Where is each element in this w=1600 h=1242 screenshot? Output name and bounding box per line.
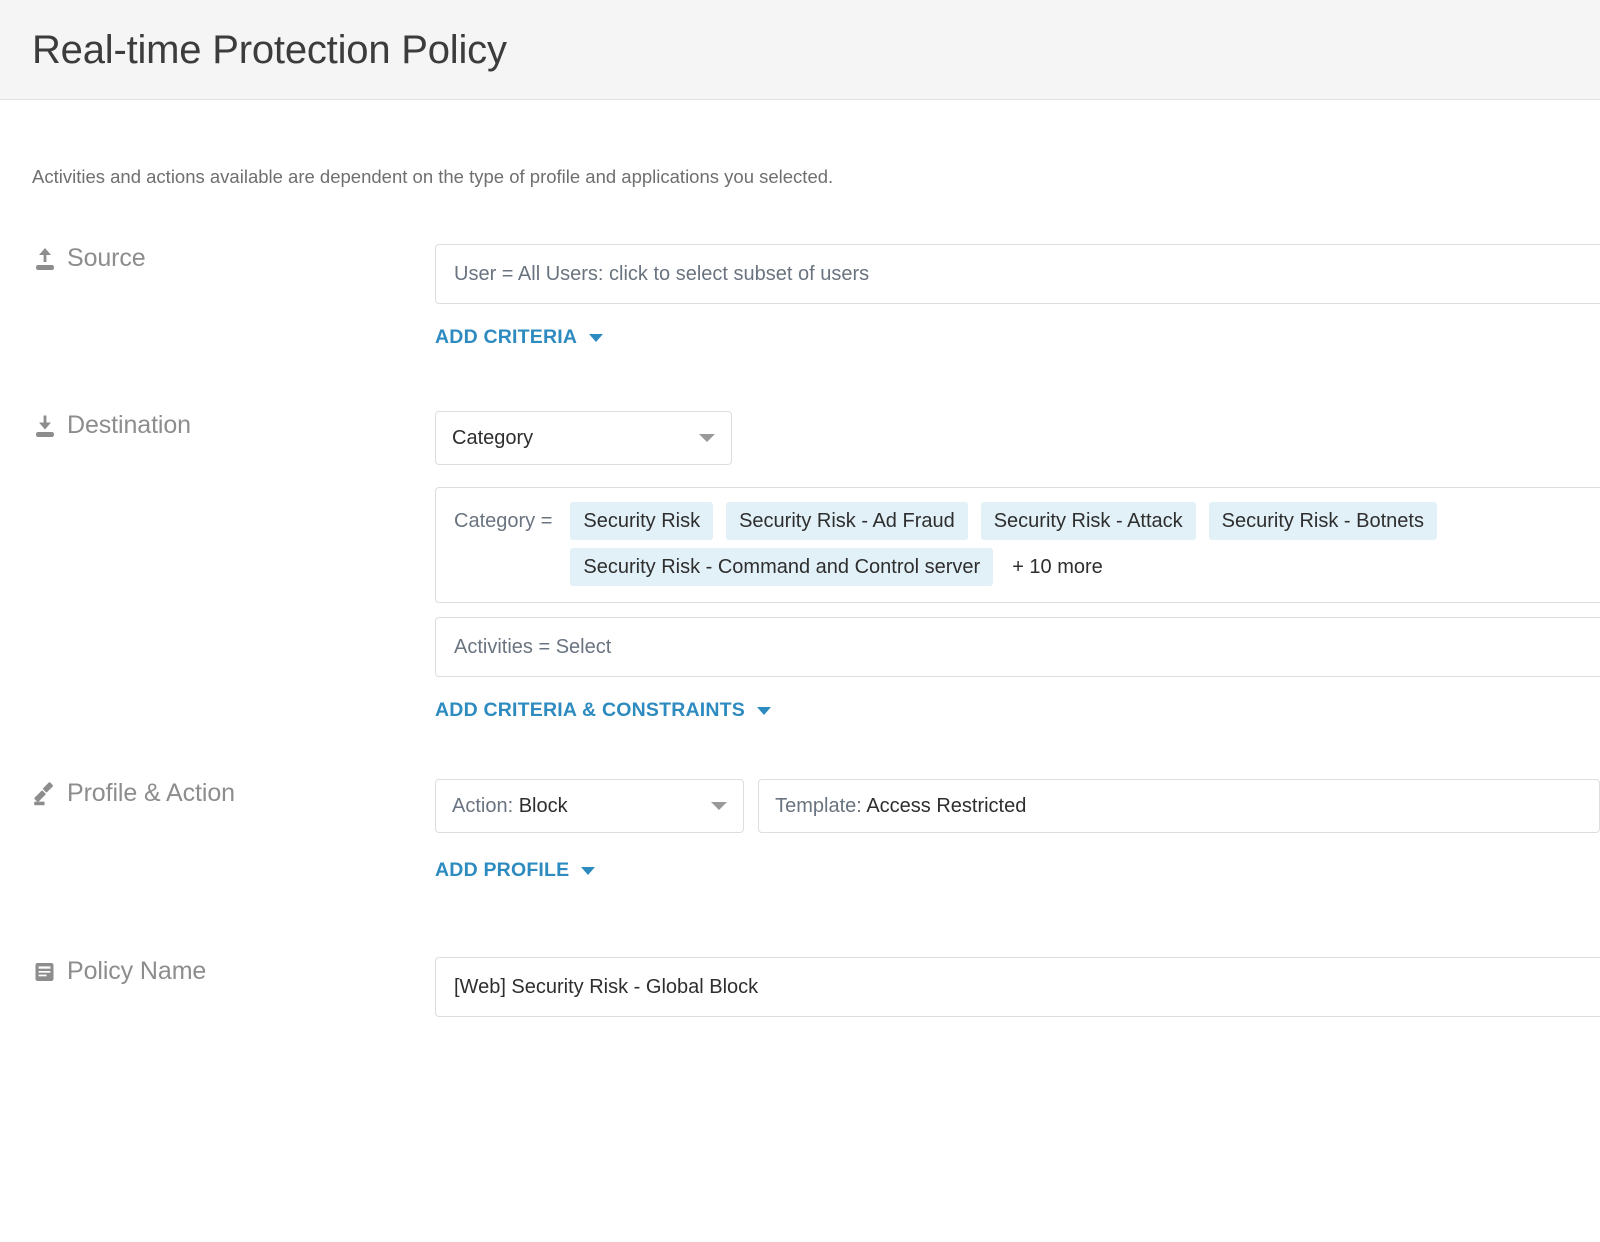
template-prefix: Template: [775,794,862,817]
policy-name-input[interactable]: [Web] Security Risk - Global Block [435,957,1600,1017]
policy-name-value: [Web] Security Risk - Global Block [454,975,759,998]
source-user-field[interactable]: User = All Users: click to select subset… [435,244,1600,304]
source-user-value: User = All Users: click to select subset… [454,262,870,285]
source-label: Source [32,244,435,273]
chevron-down-icon [581,866,596,875]
destination-label: Destination [32,411,435,440]
profile-action-row: Profile & Action Action: Block Template:… [32,779,1600,882]
destination-type-value: Category [452,426,534,449]
source-row: Source User = All Users: click to select… [32,244,1600,349]
destination-content: Category Category = Security Risk Securi… [435,411,1600,722]
destination-label-text: Destination [67,411,191,439]
policy-name-content: [Web] Security Risk - Global Block [435,957,1600,1017]
category-chip[interactable]: Security Risk - Command and Control serv… [570,548,994,586]
source-content: User = All Users: click to select subset… [435,244,1600,349]
upload-icon [32,246,58,272]
action-select[interactable]: Action: Block [435,779,745,833]
page-body: Activities and actions available are dep… [0,166,1600,1017]
action-value: Block [518,794,568,817]
chevron-down-icon [589,333,604,342]
category-more-label[interactable]: + 10 more [1006,548,1109,586]
template-field-value: Template: Access Restricted [775,795,1026,818]
category-chip[interactable]: Security Risk - Ad Fraud [726,502,968,540]
destination-activities-field[interactable]: Activities = Select [435,617,1600,677]
download-icon [32,413,58,439]
policy-name-row: Policy Name [Web] Security Risk - Global… [32,957,1600,1017]
add-criteria-constraints-label: ADD CRITERIA & CONSTRAINTS [435,699,745,721]
chevron-down-icon [756,706,771,715]
intro-description: Activities and actions available are dep… [32,166,834,187]
add-criteria-link[interactable]: ADD CRITERIA [435,326,604,349]
action-select-value: Action: Block [452,795,568,818]
category-chip[interactable]: Security Risk - Botnets [1208,502,1437,540]
page-title: Real-time Protection Policy [32,27,507,72]
template-field[interactable]: Template: Access Restricted [758,779,1600,833]
category-chip[interactable]: Security Risk [570,502,714,540]
add-profile-label: ADD PROFILE [435,859,570,881]
policy-name-label: Policy Name [32,957,435,986]
document-list-icon [32,959,58,985]
destination-category-chips-box[interactable]: Category = Security Risk Security Risk -… [435,487,1600,603]
profile-action-label: Profile & Action [32,779,435,808]
profile-action-content: Action: Block Template: Access Restricte… [435,779,1600,882]
add-criteria-label: ADD CRITERIA [435,326,578,348]
destination-row: Destination Category Category = Security… [32,411,1600,722]
policy-name-label-text: Policy Name [67,957,207,985]
add-profile-link[interactable]: ADD PROFILE [435,859,596,882]
page-header: Real-time Protection Policy [0,0,1600,100]
gavel-icon [32,781,58,807]
action-prefix: Action: [452,794,514,817]
profile-action-label-text: Profile & Action [67,779,235,807]
category-chip-list: Security Risk Security Risk - Ad Fraud S… [570,502,1600,586]
chevron-down-icon [711,802,728,810]
source-label-text: Source [67,244,146,272]
add-criteria-constraints-link[interactable]: ADD CRITERIA & CONSTRAINTS [435,699,771,722]
template-value: Access Restricted [866,794,1027,817]
category-chip[interactable]: Security Risk - Attack [980,502,1196,540]
category-key-label: Category = [454,510,553,532]
chevron-down-icon [699,434,715,442]
destination-type-select[interactable]: Category [435,411,732,465]
destination-activities-value: Activities = Select [454,635,612,658]
